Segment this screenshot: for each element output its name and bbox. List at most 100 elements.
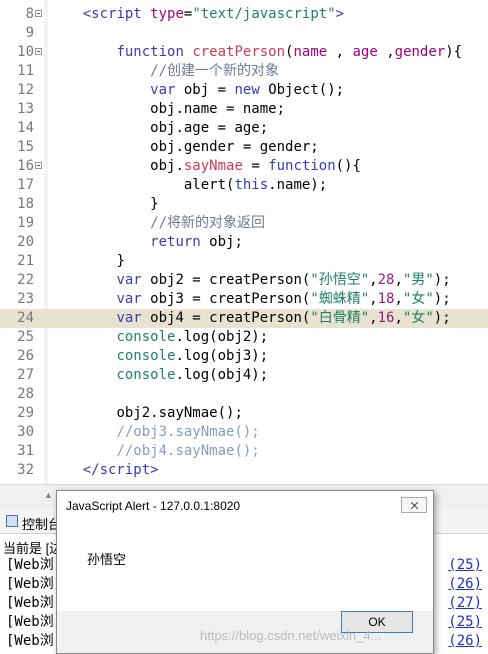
code-text: console.log(obj3); bbox=[49, 347, 268, 366]
code-token: .log(obj2); bbox=[175, 329, 269, 345]
code-line[interactable]: 10 function creatPerson(name , age ,gend… bbox=[0, 43, 488, 62]
code-line[interactable]: 16 obj.sayNmae = function(){ bbox=[0, 157, 488, 176]
code-text: } bbox=[49, 252, 125, 271]
code-token: var bbox=[150, 82, 176, 98]
line-number: 14 bbox=[17, 120, 34, 136]
code-line[interactable]: 14 obj.age = age; bbox=[0, 119, 488, 138]
code-token: (){ bbox=[335, 158, 361, 174]
code-line[interactable]: 26 console.log(obj3); bbox=[0, 347, 488, 366]
code-text: return obj; bbox=[49, 233, 243, 252]
log-source: [Web浏 bbox=[6, 633, 54, 649]
code-token: var bbox=[116, 291, 142, 307]
code-line[interactable]: 12 var obj = new Object(); bbox=[0, 81, 488, 100]
code-text: obj2.sayNmae(); bbox=[49, 404, 243, 423]
code-token: "女" bbox=[402, 291, 434, 307]
code-text: var obj = new Object(); bbox=[49, 81, 344, 100]
code-line[interactable]: 30 //obj3.sayNmae(); bbox=[0, 423, 488, 442]
code-line[interactable]: 21 } bbox=[0, 252, 488, 271]
dialog-titlebar: JavaScript Alert - 127.0.0.1:8020 bbox=[57, 491, 433, 521]
code-token: , bbox=[394, 291, 403, 307]
log-line-link[interactable]: (26) bbox=[448, 632, 482, 651]
code-line[interactable]: 23 var obj3 = creatPerson("蜘蛛精",18,"女"); bbox=[0, 290, 488, 309]
line-number: 18 bbox=[17, 196, 34, 212]
code-line[interactable]: 31 //obj4.sayNmae(); bbox=[0, 442, 488, 461]
code-token: 16 bbox=[377, 310, 395, 326]
code-token: .log(obj3); bbox=[175, 348, 269, 364]
code-token: ); bbox=[433, 310, 451, 326]
code-token: , bbox=[369, 310, 378, 326]
code-line[interactable]: 20 return obj; bbox=[0, 233, 488, 252]
line-number: 19 bbox=[17, 215, 34, 231]
code-token: console bbox=[116, 329, 176, 345]
fold-toggle-icon[interactable] bbox=[35, 10, 42, 17]
close-icon[interactable] bbox=[401, 497, 427, 513]
code-token: //创建一个新的对象 bbox=[150, 63, 280, 79]
code-line[interactable]: 32 </script> bbox=[0, 461, 488, 480]
code-text: //obj4.sayNmae(); bbox=[49, 442, 259, 461]
code-token: , bbox=[369, 291, 378, 307]
code-token: obj = bbox=[175, 82, 235, 98]
code-token: obj2.sayNmae(); bbox=[116, 405, 243, 421]
fold-toggle-icon[interactable] bbox=[35, 48, 42, 55]
code-token: , bbox=[327, 44, 353, 60]
code-token: creatPerson bbox=[192, 44, 286, 60]
code-token: alert( bbox=[183, 177, 235, 193]
code-line[interactable]: 18 } bbox=[0, 195, 488, 214]
code-text: obj.gender = gender; bbox=[49, 138, 319, 157]
code-line[interactable]: 28 bbox=[0, 385, 488, 404]
code-text: alert(this.name); bbox=[49, 176, 327, 195]
code-token: console bbox=[116, 367, 176, 383]
code-token: var bbox=[116, 310, 142, 326]
code-text: obj.sayNmae = function(){ bbox=[49, 157, 361, 176]
code-line[interactable]: 27 console.log(obj4); bbox=[0, 366, 488, 385]
code-line[interactable]: 9 bbox=[0, 24, 488, 43]
code-editor[interactable]: 8 <script type="text/javascript"> 9 10 fun… bbox=[0, 0, 488, 484]
log-source: [Web浏 bbox=[6, 614, 54, 630]
line-number: 20 bbox=[17, 234, 34, 250]
code-token: } bbox=[116, 253, 125, 269]
log-line-link[interactable]: (27) bbox=[448, 594, 482, 613]
log-line-link[interactable]: (25) bbox=[448, 613, 482, 632]
line-number: 11 bbox=[17, 63, 34, 79]
line-number: 17 bbox=[17, 177, 34, 193]
console-icon bbox=[6, 515, 18, 527]
line-number: 12 bbox=[17, 82, 34, 98]
code-line[interactable]: 24 var obj4 = creatPerson("白骨精",16,"女"); bbox=[0, 309, 488, 328]
code-line[interactable]: 15 obj.gender = gender; bbox=[0, 138, 488, 157]
code-line[interactable]: 22 var obj2 = creatPerson("孙悟空",28,"男"); bbox=[0, 271, 488, 290]
code-line[interactable]: 11 //创建一个新的对象 bbox=[0, 62, 488, 81]
code-line[interactable]: 19 //将新的对象返回 bbox=[0, 214, 488, 233]
code-line[interactable]: 25 console.log(obj2); bbox=[0, 328, 488, 347]
code-token: ){ bbox=[445, 44, 463, 60]
fold-toggle-icon[interactable] bbox=[35, 162, 42, 169]
code-text: </script> bbox=[49, 461, 159, 480]
code-token: this bbox=[234, 177, 269, 193]
code-line[interactable]: 13 obj.name = name; bbox=[0, 100, 488, 119]
code-text: <script type="text/javascript"> bbox=[49, 5, 344, 24]
code-line[interactable]: 8 <script type="text/javascript"> bbox=[0, 5, 488, 24]
code-token: type bbox=[150, 6, 184, 22]
line-number: 16 bbox=[17, 158, 34, 174]
code-token: sayNmae bbox=[183, 158, 243, 174]
log-line-link[interactable]: (26) bbox=[448, 575, 482, 594]
code-line[interactable]: 17 alert(this.name); bbox=[0, 176, 488, 195]
code-token: .log(obj4); bbox=[175, 367, 269, 383]
log-line-link[interactable]: (25) bbox=[448, 556, 482, 575]
code-line[interactable]: 29 obj2.sayNmae(); bbox=[0, 404, 488, 423]
code-token: name bbox=[293, 44, 328, 60]
code-token: script bbox=[99, 462, 151, 478]
dialog-message: 孙悟空 bbox=[87, 552, 127, 567]
scroll-up-arrow-icon[interactable]: ▲ bbox=[44, 490, 53, 500]
